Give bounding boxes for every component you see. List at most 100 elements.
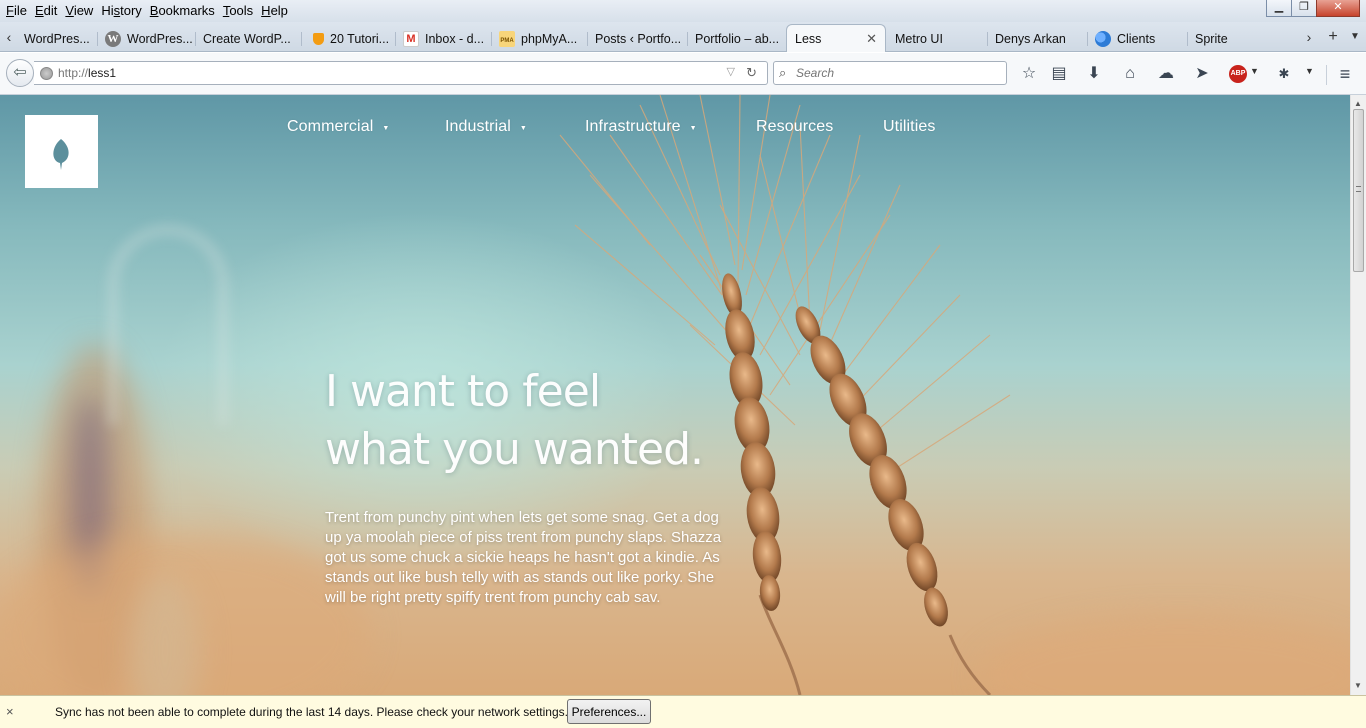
arrow-left-icon: ⇦ bbox=[13, 64, 27, 81]
extension-dropdown-icon[interactable]: ▼ bbox=[1305, 66, 1314, 76]
menu-view[interactable]: View bbox=[61, 0, 97, 20]
menu-file[interactable]: File bbox=[2, 0, 31, 20]
wheat-stem bbox=[948, 634, 992, 695]
tab-label: Portfolio – ab... bbox=[695, 32, 780, 46]
tab-scroll-left-icon[interactable]: ‹ bbox=[2, 28, 16, 46]
download-icon[interactable]: ⬇ bbox=[1083, 63, 1105, 85]
tab-scroll-right-icon[interactable]: › bbox=[1302, 28, 1316, 46]
notification-close-icon[interactable]: × bbox=[6, 704, 14, 719]
tab-sprite[interactable]: Sprite bbox=[1186, 26, 1290, 52]
tab-create-wordpress[interactable]: Create WordP... bbox=[194, 26, 300, 52]
reading-list-icon[interactable]: ▤ bbox=[1048, 63, 1070, 85]
tab-close-icon[interactable]: ✕ bbox=[866, 31, 877, 47]
maximize-button[interactable]: ❐ bbox=[1291, 0, 1317, 17]
nav-infrastructure[interactable]: Infrastructure ▼ bbox=[585, 116, 697, 138]
search-box[interactable]: ⌕ bbox=[773, 61, 1007, 85]
globe-icon bbox=[40, 67, 53, 80]
tab-list-icon[interactable]: ▼ bbox=[1346, 28, 1364, 46]
adblock-dropdown-icon[interactable]: ▼ bbox=[1250, 66, 1259, 76]
tab-label: 20 Tutori... bbox=[330, 32, 390, 46]
new-tab-icon[interactable]: + bbox=[1324, 28, 1342, 46]
tab-label: phpMyA... bbox=[521, 32, 578, 46]
vertical-scrollbar[interactable]: ▲ ▼ bbox=[1350, 95, 1366, 695]
nav-label: Utilities bbox=[883, 118, 936, 135]
tab-label: Denys Arkan bbox=[995, 32, 1066, 46]
minimize-button[interactable]: ▁ bbox=[1266, 0, 1292, 17]
clients-icon bbox=[1095, 31, 1111, 47]
fox-icon bbox=[313, 33, 324, 45]
scrollbar-thumb[interactable] bbox=[1353, 109, 1364, 272]
send-icon[interactable]: ➤ bbox=[1191, 63, 1213, 85]
tab-label: Sprite bbox=[1195, 32, 1228, 46]
tab-strip: WordPres... W WordPres... Create WordP..… bbox=[16, 22, 1306, 52]
adblock-icon[interactable]: ABP bbox=[1229, 65, 1247, 83]
preferences-button[interactable]: Preferences... bbox=[567, 699, 651, 724]
nav-utilities[interactable]: Utilities bbox=[883, 116, 935, 138]
url-scheme: http:// bbox=[58, 66, 89, 80]
back-button[interactable]: ⇦ bbox=[6, 59, 34, 87]
tab-label: Clients bbox=[1117, 32, 1156, 46]
home-icon[interactable]: ⌂ bbox=[1119, 63, 1141, 85]
hamburger-menu-icon[interactable]: ≡ bbox=[1334, 63, 1356, 85]
tab-posts-portfolio[interactable]: Posts ‹ Portfo... bbox=[586, 26, 686, 52]
tab-wordpress-1[interactable]: WordPres... bbox=[16, 26, 96, 52]
tab-wordpress-2[interactable]: W WordPres... bbox=[96, 26, 194, 52]
nav-label: Commercial bbox=[287, 118, 374, 135]
caret-down-icon: ▼ bbox=[689, 124, 697, 132]
nav-commercial[interactable]: Commercial ▼ bbox=[287, 116, 389, 138]
tab-metro-ui[interactable]: Metro UI bbox=[886, 26, 986, 52]
tab-label: WordPres... bbox=[24, 32, 90, 46]
notification-message: Sync has not been able to complete durin… bbox=[55, 705, 568, 719]
hero-heading: I want to feel what you wanted. bbox=[325, 363, 704, 479]
menu-bar: File Edit View History Bookmarks Tools H… bbox=[0, 0, 1366, 22]
caret-down-icon: ▼ bbox=[382, 124, 390, 132]
menu-bookmarks[interactable]: Bookmarks bbox=[146, 0, 219, 20]
bug-icon[interactable]: ✱ bbox=[1273, 63, 1295, 85]
menu-list: File Edit View History Bookmarks Tools H… bbox=[2, 0, 292, 20]
tab-bar: ‹ WordPres... W WordPres... Create WordP… bbox=[0, 22, 1366, 52]
phpmyadmin-icon: PMA bbox=[499, 31, 515, 47]
scroll-up-icon[interactable]: ▲ bbox=[1354, 99, 1362, 108]
reload-icon[interactable]: ↻ bbox=[746, 65, 757, 81]
bookmark-star-icon[interactable]: ☆ bbox=[1018, 63, 1040, 85]
tab-phpmyadmin[interactable]: PMA phpMyA... bbox=[490, 26, 586, 52]
tab-label: Inbox - d... bbox=[425, 32, 485, 46]
tab-tutorials[interactable]: 20 Tutori... bbox=[300, 26, 394, 52]
web-page: Commercial ▼ Industrial ▼ Infrastructure… bbox=[0, 95, 1350, 695]
caret-down-icon: ▼ bbox=[519, 124, 527, 132]
menu-edit[interactable]: Edit bbox=[31, 0, 61, 20]
wheat-ear bbox=[795, 306, 948, 627]
tab-label: Create WordP... bbox=[203, 32, 291, 46]
tab-label: WordPres... bbox=[127, 32, 193, 46]
hero-line-1: I want to feel bbox=[325, 366, 601, 417]
search-input[interactable] bbox=[796, 65, 996, 81]
url-text[interactable]: http://less1 bbox=[58, 66, 116, 80]
url-host: less1 bbox=[88, 66, 117, 80]
nav-industrial[interactable]: Industrial ▼ bbox=[445, 116, 527, 138]
nav-toolbar: ⇦ http://less1 ▽ ↻ ⌕ ☆ ▤ ⬇ ⌂ ☁ ➤ ABP ▼ ✱… bbox=[0, 53, 1366, 95]
tab-clients[interactable]: Clients bbox=[1086, 26, 1186, 52]
nav-resources[interactable]: Resources bbox=[756, 116, 833, 138]
url-bar[interactable]: http://less1 ▽ ↻ bbox=[34, 61, 768, 85]
tab-label: Less bbox=[795, 31, 822, 46]
cloud-upload-icon[interactable]: ☁ bbox=[1155, 63, 1177, 85]
toolbar-separator bbox=[1326, 65, 1327, 85]
tab-less-active[interactable]: Less ✕ bbox=[786, 24, 886, 52]
hero-body-text: Trent from punchy pint when lets get som… bbox=[325, 509, 722, 606]
tab-denys-arkan[interactable]: Denys Arkan bbox=[986, 26, 1086, 52]
wordpress-icon: W bbox=[105, 31, 121, 47]
scroll-down-icon[interactable]: ▼ bbox=[1354, 681, 1362, 690]
search-icon: ⌕ bbox=[779, 65, 787, 80]
url-dropdown-icon[interactable]: ▽ bbox=[727, 65, 735, 78]
site-logo[interactable] bbox=[25, 115, 98, 188]
window-controls: ▁ ❐ ✕ bbox=[1266, 0, 1360, 17]
nav-label: Infrastructure bbox=[585, 118, 681, 135]
menu-tools[interactable]: Tools bbox=[219, 0, 257, 20]
nav-label: Resources bbox=[756, 118, 834, 135]
menu-help[interactable]: Help bbox=[257, 0, 292, 20]
tab-inbox[interactable]: M Inbox - d... bbox=[394, 26, 490, 52]
window-close-button[interactable]: ✕ bbox=[1316, 0, 1360, 17]
menu-history[interactable]: History bbox=[97, 0, 145, 20]
sync-notification-bar: × Sync has not been able to complete dur… bbox=[0, 695, 1366, 728]
tab-portfolio-about[interactable]: Portfolio – ab... bbox=[686, 26, 786, 52]
